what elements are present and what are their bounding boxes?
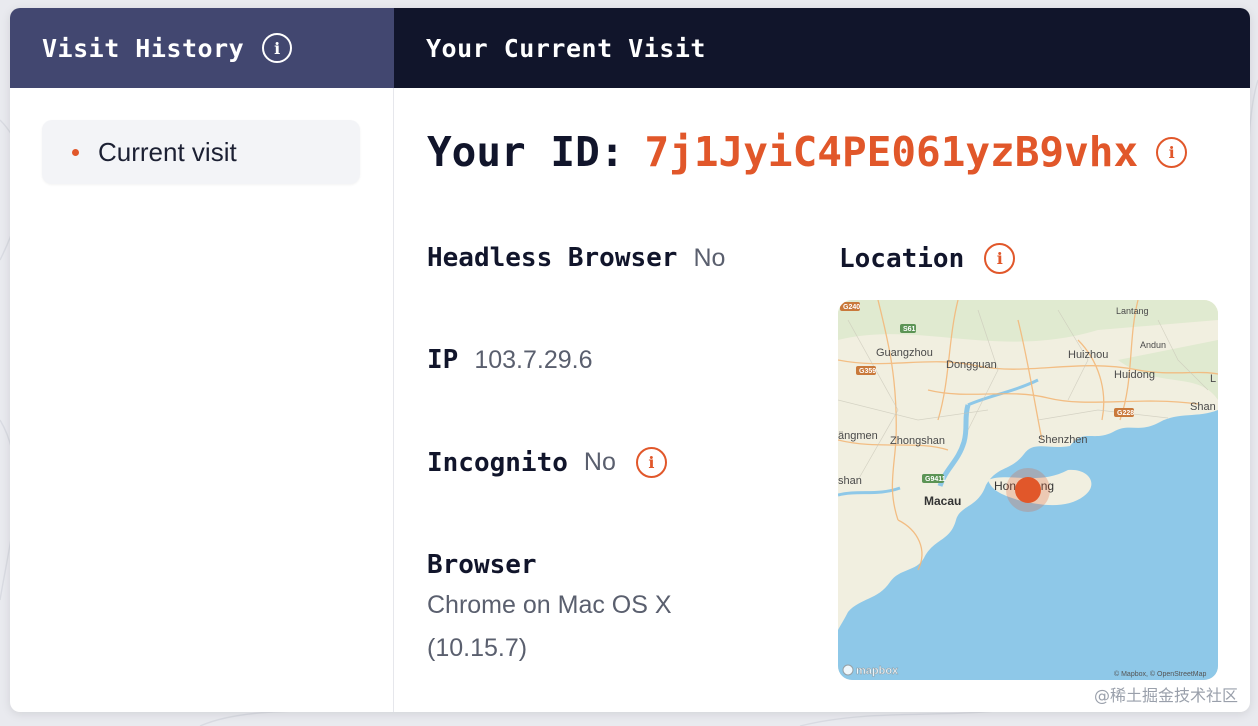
svg-text:ängmen: ängmen — [838, 430, 878, 442]
ip-field: IP 103.7.29.6 — [427, 345, 592, 375]
ip-value[interactable]: 103.7.29.6 — [474, 346, 592, 375]
svg-text:Macau: Macau — [924, 494, 961, 508]
incognito-value: No — [583, 448, 616, 476]
svg-text:shan: shan — [838, 475, 862, 487]
visit-list-item-current[interactable]: Current visit — [42, 120, 360, 184]
incognito-label: Incognito — [427, 447, 568, 478]
ip-label: IP — [427, 345, 459, 375]
headless-browser-field: Headless Browser No — [427, 243, 725, 273]
svg-text:Huidong: Huidong — [1114, 369, 1155, 381]
svg-text:Dongguan: Dongguan — [946, 359, 997, 371]
svg-text:Guangzhou: Guangzhou — [876, 347, 933, 359]
current-visit-panel: Your ID: 7j1JyiC4PE061yzB9vhx i Headless… — [395, 88, 1250, 712]
headless-browser-label: Headless Browser — [427, 243, 678, 273]
svg-text:G240: G240 — [843, 304, 860, 311]
visitor-id-row: Your ID: 7j1JyiC4PE061yzB9vhx i — [427, 128, 1188, 176]
svg-text:Andun: Andun — [1140, 340, 1166, 350]
bullet-dot-icon — [72, 148, 79, 156]
location-header: Location i — [839, 243, 1016, 274]
visit-card: Visit History i Your Current Visit Curre… — [10, 8, 1250, 712]
svg-text:Huizhou: Huizhou — [1068, 349, 1108, 361]
headless-browser-value: No — [693, 243, 726, 272]
current-visit-title: Your Current Visit — [426, 33, 706, 63]
svg-text:Lantang: Lantang — [1116, 306, 1149, 316]
svg-text:Zhongshan: Zhongshan — [890, 435, 945, 447]
svg-text:G9411: G9411 — [925, 476, 946, 483]
browser-field: Browser Chrome on Mac OS X (10.15.7) — [427, 550, 767, 670]
visit-list-item-label: Current visit — [98, 136, 237, 167]
info-icon[interactable]: i — [984, 243, 1016, 274]
visit-history-sidebar: Current visit — [10, 88, 394, 712]
info-icon[interactable]: i — [262, 33, 293, 63]
svg-text:L: L — [1210, 373, 1216, 385]
svg-text:G359: G359 — [859, 368, 876, 375]
browser-label: Browser — [427, 550, 537, 580]
visit-history-header: Visit History i — [10, 8, 394, 88]
visitor-id-label: Your ID: — [427, 128, 625, 176]
location-label: Location — [839, 243, 965, 274]
watermark: @稀土掘金技术社区 — [1093, 686, 1238, 705]
info-icon[interactable]: i — [1156, 136, 1188, 168]
incognito-field: Incognito No i — [427, 447, 667, 478]
info-icon[interactable]: i — [635, 447, 667, 478]
browser-value: Chrome on Mac OS X (10.15.7) — [427, 591, 672, 662]
location-map[interactable]: G240 S61 G359 G9411 G228 Guangzhou Dongg… — [838, 300, 1218, 680]
svg-text:G228: G228 — [1117, 410, 1134, 417]
visit-history-title: Visit History — [42, 33, 245, 63]
svg-text:Shan: Shan — [1190, 401, 1216, 413]
svg-text:© Mapbox, © OpenStreetMap: © Mapbox, © OpenStreetMap — [1114, 670, 1207, 678]
svg-text:mapbox: mapbox — [856, 665, 899, 677]
svg-text:S61: S61 — [903, 326, 916, 333]
visitor-id-value[interactable]: 7j1JyiC4PE061yzB9vhx — [644, 128, 1138, 176]
svg-text:Shenzhen: Shenzhen — [1038, 434, 1088, 446]
current-visit-header: Your Current Visit — [394, 8, 1250, 88]
